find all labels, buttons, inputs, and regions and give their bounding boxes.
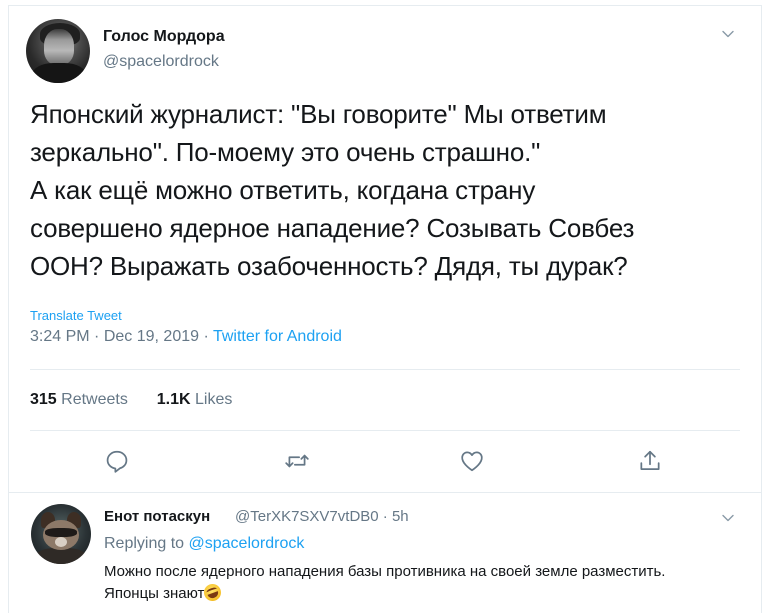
author-name[interactable]: Голос Мордора [103, 28, 225, 46]
replying-to-label: Replying to [104, 535, 185, 552]
reply-meta: @TerXK7SXV7vtDB0 · 5h [235, 508, 409, 525]
reply-author-avatar[interactable] [31, 504, 91, 564]
tweet-text: Японский журналист: "Вы говорите" Мы отв… [30, 99, 635, 281]
reply-time[interactable]: 5h [392, 508, 409, 525]
retweets-stat[interactable]: 315 Retweets [30, 391, 128, 408]
divider [30, 430, 740, 431]
section-divider [9, 492, 761, 493]
retweet-icon[interactable] [284, 448, 310, 474]
reply-text: Можно после ядерного нападения базы прот… [104, 561, 724, 605]
meta-separator: · [94, 328, 100, 345]
rolling-on-floor-laughing-icon [202, 581, 224, 604]
tweet-meta: 3:24 PM · Dec 19, 2019 · Twitter for And… [30, 328, 342, 346]
tweet-stats: 315 Retweets 1.1K Likes [30, 391, 232, 409]
meta-separator: · [382, 508, 388, 525]
likes-label: Likes [195, 391, 233, 408]
divider [30, 369, 740, 370]
reply-icon[interactable] [104, 448, 130, 474]
share-icon[interactable] [637, 448, 663, 474]
tweet-time[interactable]: 3:24 PM [30, 328, 90, 345]
replying-to-handle[interactable]: @spacelordrock [189, 535, 305, 552]
meta-separator: · [203, 328, 209, 345]
translate-tweet-link[interactable]: Translate Tweet [30, 308, 122, 323]
like-icon[interactable] [459, 448, 485, 474]
author-avatar[interactable] [26, 19, 90, 83]
reply-author-handle[interactable]: @TerXK7SXV7vtDB0 [235, 508, 379, 525]
chevron-down-icon[interactable] [720, 26, 736, 42]
tweet-source[interactable]: Twitter for Android [213, 328, 342, 345]
retweets-label: Retweets [61, 391, 128, 408]
likes-stat[interactable]: 1.1K Likes [157, 391, 233, 408]
retweets-count: 315 [30, 391, 57, 408]
chevron-down-icon[interactable] [720, 510, 736, 526]
replying-to: Replying to @spacelordrock [104, 535, 304, 553]
author-handle[interactable]: @spacelordrock [103, 53, 219, 71]
tweet-date[interactable]: Dec 19, 2019 [104, 328, 199, 345]
likes-count: 1.1K [156, 391, 191, 408]
reply-text-body: Можно после ядерного нападения базы прот… [104, 563, 666, 602]
reply-author-name[interactable]: Енот потаскун [104, 508, 210, 525]
